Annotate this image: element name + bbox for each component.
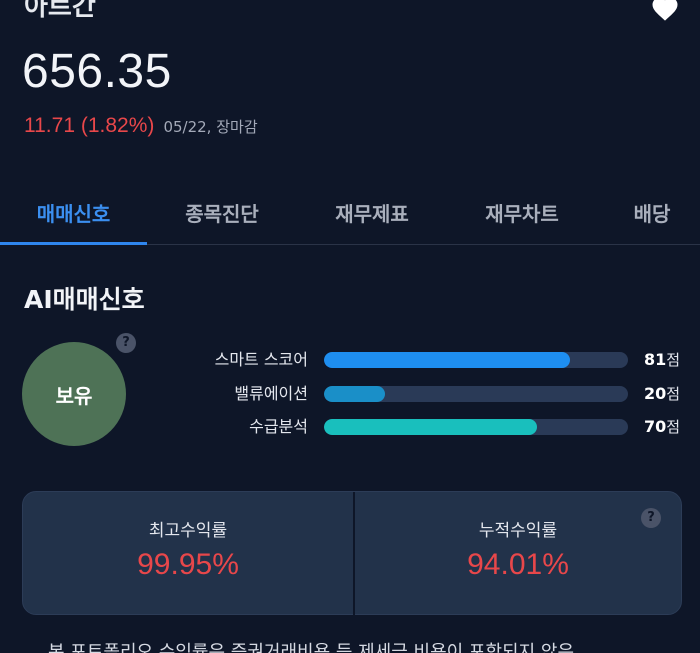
returns-help-icon[interactable]: ? xyxy=(641,508,661,528)
stock-detail-page: 아르간 656.35 11.71 (1.82%) 05/22, 장마감 매매신호… xyxy=(0,0,700,653)
score-label: 수급분석 xyxy=(249,417,308,436)
max-return-cell: 최고수익률 99.95% xyxy=(23,492,353,616)
max-return-value: 99.95% xyxy=(137,548,239,581)
tab-stock-diagnosis[interactable]: 종목진단 xyxy=(147,192,297,242)
cumulative-return-value: 94.01% xyxy=(467,548,569,581)
score-label: 스마트 스코어 xyxy=(214,350,308,369)
score-row-smart: 스마트 스코어 81점 xyxy=(0,348,700,372)
score-value: 20점 xyxy=(644,384,681,403)
favorite-heart-icon[interactable] xyxy=(650,0,680,24)
tab-bar: 매매신호 종목진단 재무제표 재무차트 배당 xyxy=(0,192,700,245)
returns-card: 최고수익률 99.95% 누적수익률 94.01% ? xyxy=(22,491,683,616)
price-change-row: 11.71 (1.82%) 05/22, 장마감 xyxy=(24,114,258,138)
tab-financial-charts[interactable]: 재무차트 xyxy=(447,192,597,242)
score-bar xyxy=(324,419,628,435)
disclaimer-text: 본 포트폴리오 수익률은 증권거래비용 등 제세금 비용이 포함되지 않은 xyxy=(48,642,575,653)
cumulative-return-cell: 누적수익률 94.01% xyxy=(353,492,683,616)
ai-signal-title: AI매매신호 xyxy=(24,285,145,314)
price-change: 11.71 (1.82%) xyxy=(24,114,155,137)
score-bar xyxy=(324,386,628,402)
max-return-label: 최고수익률 xyxy=(148,521,228,541)
tab-trading-signal[interactable]: 매매신호 xyxy=(0,192,147,245)
current-price: 656.35 xyxy=(22,45,172,98)
stock-name: 아르간 xyxy=(24,0,96,22)
score-value: 70점 xyxy=(644,417,681,436)
score-row-valuation: 밸류에이션 20점 xyxy=(0,382,700,406)
score-value: 81점 xyxy=(644,350,681,369)
score-bar-fill xyxy=(324,419,537,435)
score-bar-fill xyxy=(324,386,385,402)
tab-dividend[interactable]: 배당 xyxy=(597,192,700,242)
score-row-supply-demand: 수급분석 70점 xyxy=(0,415,700,439)
score-bar xyxy=(324,352,628,368)
cumulative-return-label: 누적수익률 xyxy=(478,521,558,541)
score-bar-fill xyxy=(324,352,571,368)
tab-financial-statements[interactable]: 재무제표 xyxy=(297,192,447,242)
score-label: 밸류에이션 xyxy=(234,384,308,403)
price-date-status: 05/22, 장마감 xyxy=(163,118,258,136)
